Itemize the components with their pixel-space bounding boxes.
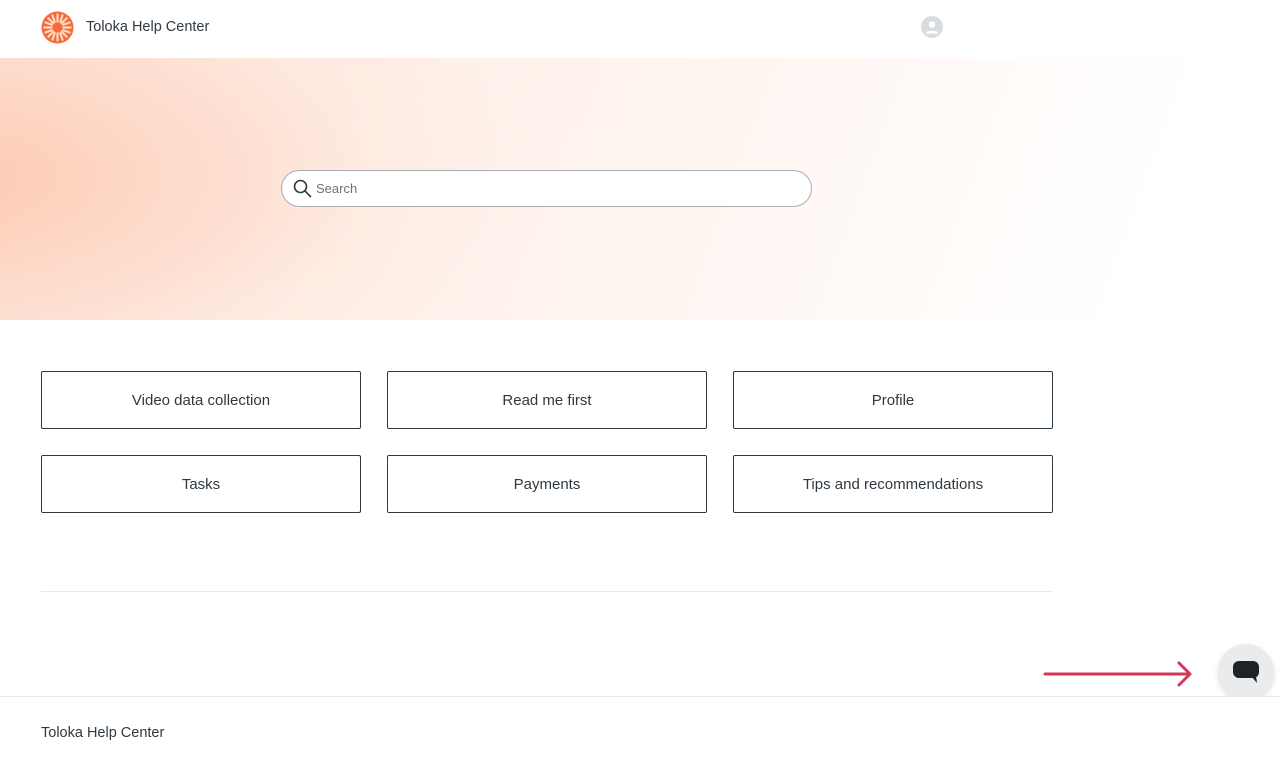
help-center-page: Toloka Help Center Video data collection… bbox=[0, 0, 1280, 757]
user-avatar[interactable] bbox=[921, 16, 943, 38]
category-video-data-collection[interactable]: Video data collection bbox=[41, 371, 361, 429]
category-label: Tips and recommendations bbox=[802, 475, 984, 493]
category-tasks[interactable]: Tasks bbox=[41, 455, 361, 513]
category-label: Payments bbox=[513, 475, 581, 493]
search-box[interactable] bbox=[281, 170, 812, 207]
chat-bubble-icon bbox=[1233, 661, 1259, 683]
category-label: Profile bbox=[871, 391, 915, 409]
category-profile[interactable]: Profile bbox=[733, 371, 1053, 429]
toloka-logo-icon bbox=[41, 10, 74, 44]
arrow-right-icon bbox=[1043, 661, 1192, 687]
user-avatar-icon bbox=[921, 16, 943, 38]
category-read-me-first[interactable]: Read me first bbox=[387, 371, 707, 429]
section-divider bbox=[41, 591, 1052, 592]
category-blocks: Video data collection Read me first Prof… bbox=[41, 371, 1053, 513]
chat-launcher-button[interactable] bbox=[1218, 644, 1274, 700]
header: Toloka Help Center bbox=[0, 0, 1280, 56]
category-tips-and-recommendations[interactable]: Tips and recommendations bbox=[733, 455, 1053, 513]
footer: Toloka Help Center bbox=[0, 696, 1280, 757]
category-label: Video data collection bbox=[131, 391, 271, 409]
category-label: Tasks bbox=[181, 475, 221, 493]
brand-name: Toloka Help Center bbox=[86, 18, 210, 35]
home-link[interactable]: Toloka Help Center bbox=[41, 10, 209, 44]
footer-brand-link[interactable]: Toloka Help Center bbox=[41, 726, 164, 741]
search-input[interactable] bbox=[316, 171, 806, 206]
hero-banner bbox=[0, 58, 1280, 320]
category-payments[interactable]: Payments bbox=[387, 455, 707, 513]
search-icon bbox=[293, 179, 312, 198]
category-label: Read me first bbox=[502, 391, 592, 409]
